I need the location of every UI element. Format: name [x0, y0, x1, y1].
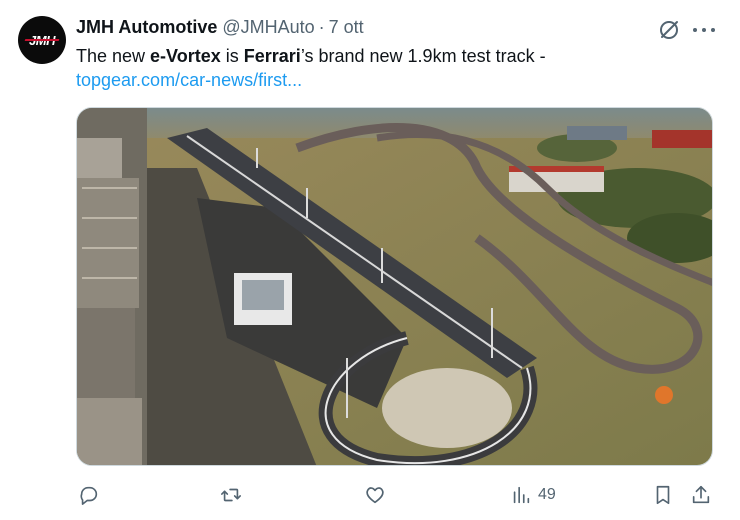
bookmark-icon: [656, 485, 670, 505]
views-count: 49: [538, 486, 556, 503]
tweet-header: JMH Automotive @JMHAuto · 7 ott: [76, 17, 364, 38]
reply-button[interactable]: [78, 482, 106, 508]
retweet-button[interactable]: [220, 482, 248, 508]
text-part: ’s brand new 1.9km test track -: [300, 46, 546, 66]
separator-dot: ·: [318, 17, 325, 37]
like-button[interactable]: [364, 482, 392, 508]
retweet-icon: [221, 488, 241, 502]
author-name[interactable]: JMH Automotive: [76, 17, 217, 38]
views-button[interactable]: 49: [510, 482, 556, 508]
views-chart-icon: [513, 486, 530, 504]
tweet-actions: 49: [76, 482, 716, 508]
author-handle[interactable]: @JMHAuto: [222, 17, 314, 38]
heart-icon: [366, 487, 384, 504]
more-options-icon[interactable]: [693, 20, 715, 40]
share-icon: [692, 485, 710, 504]
avatar[interactable]: JMH: [18, 16, 66, 64]
tweet-link[interactable]: topgear.com/car-news/first...: [76, 68, 716, 92]
share-button[interactable]: [690, 482, 712, 508]
reply-icon: [80, 486, 98, 505]
tweet-text: The new e-Vortex is Ferrari’s brand new …: [76, 44, 716, 92]
text-part: The new: [76, 46, 151, 66]
tweet[interactable]: JMH JMH Automotive @JMHAuto · 7 ott The …: [0, 0, 740, 520]
text-part: is: [220, 46, 244, 66]
text-bold-ferrari: Ferrari: [243, 46, 301, 66]
avatar-logo: JMH: [29, 32, 55, 48]
bookmark-button[interactable]: [652, 482, 674, 508]
grok-icon[interactable]: [657, 18, 681, 42]
tweet-media-image[interactable]: [76, 107, 713, 466]
text-bold-evortex: e-Vortex: [150, 46, 221, 66]
aerial-track-photo: [77, 108, 712, 465]
tweet-date[interactable]: 7 ott: [329, 17, 364, 38]
